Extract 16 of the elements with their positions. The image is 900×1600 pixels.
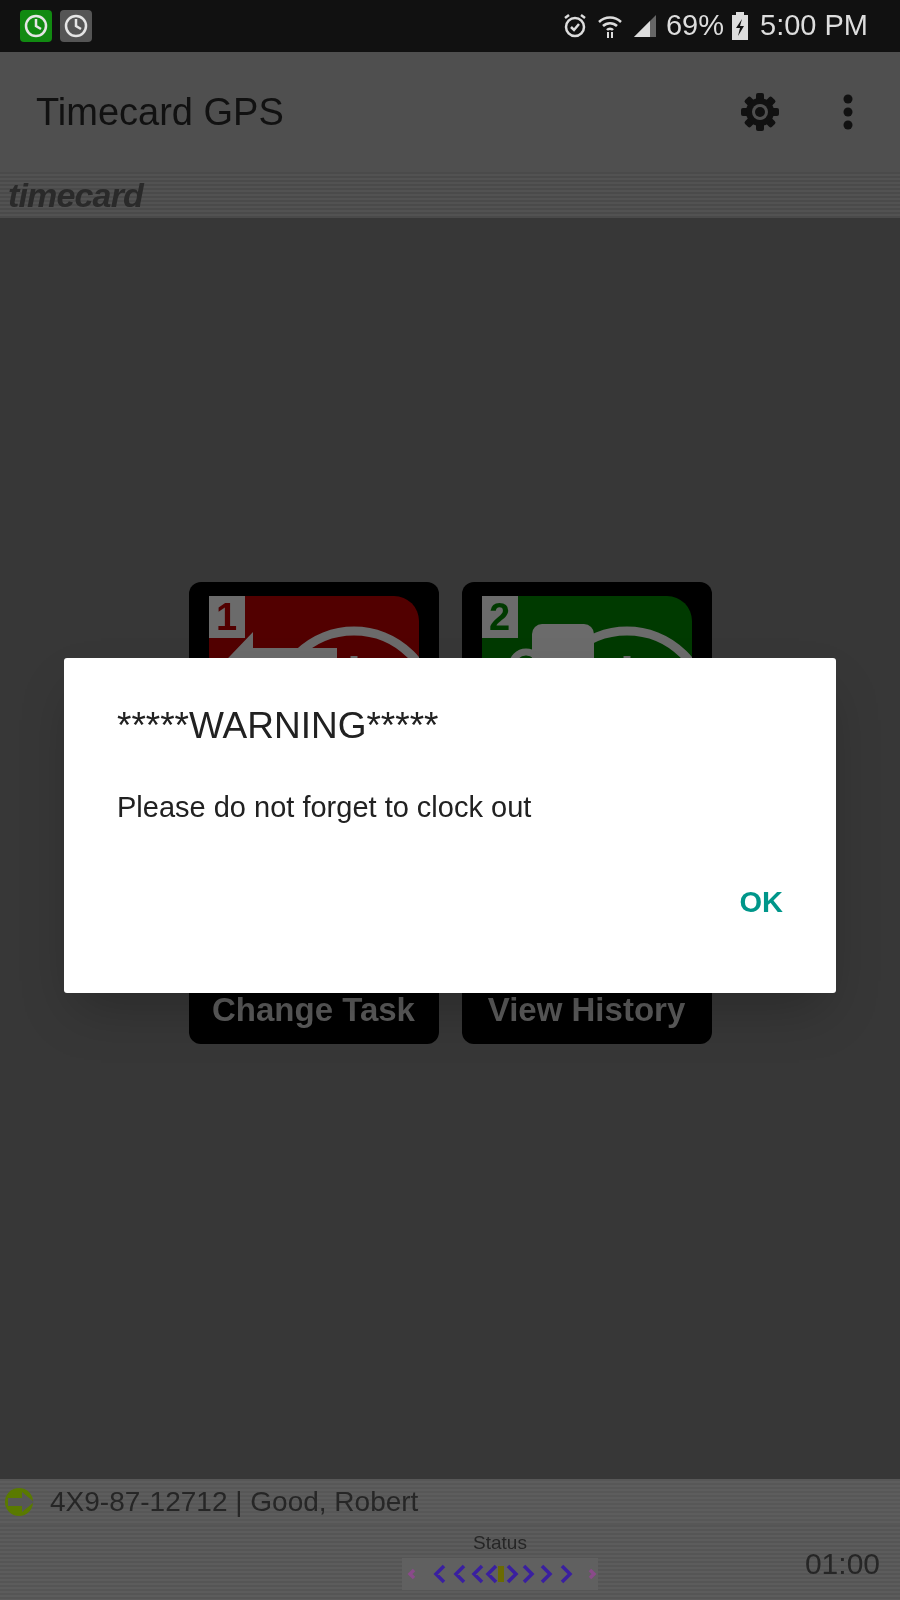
ok-button[interactable]: OK [723, 869, 799, 937]
tile-label: Change Task [212, 989, 415, 1030]
battery-icon [732, 12, 748, 40]
dialog-title: *****WARNING***** [117, 704, 440, 748]
battery-percent: 69% [665, 8, 724, 44]
dialog-message: Please do not forget to clock out [117, 789, 533, 825]
more-icon [843, 94, 853, 130]
tile-number: 2 [481, 596, 518, 638]
clock-icon [20, 10, 52, 42]
employee-info: 4X9-87-12712 | Good, Robert [50, 1485, 419, 1519]
tile-label: View History [487, 989, 686, 1030]
clock-icon [60, 10, 92, 42]
settings-icon [740, 92, 780, 132]
app-title: Timecard GPS [36, 89, 285, 135]
tile-number: 1 [208, 596, 245, 638]
clock-time: 5:00 PM [760, 8, 868, 44]
